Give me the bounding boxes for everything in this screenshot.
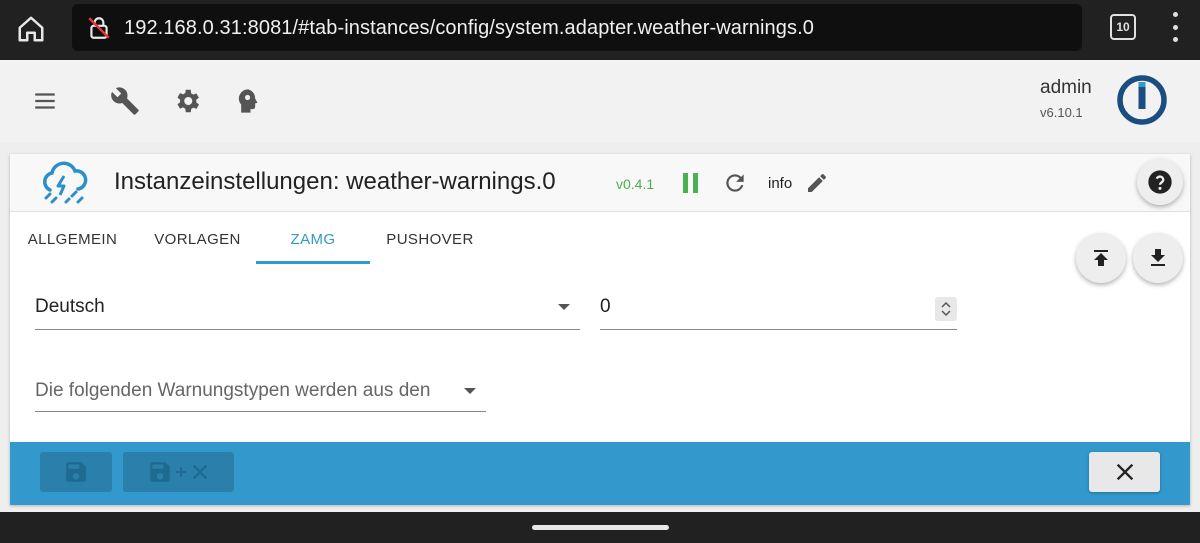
number-spinner[interactable] — [935, 297, 957, 321]
wrench-icon — [111, 87, 139, 115]
help-icon — [1148, 170, 1172, 194]
download-icon — [1151, 249, 1165, 266]
more-icon-dot — [1172, 24, 1178, 30]
gear-icon — [177, 89, 199, 113]
language-select-value: Deutsch — [35, 296, 105, 317]
info-label: info — [768, 175, 793, 192]
chevron-down-icon — [464, 388, 476, 394]
tab-pushover[interactable]: PUSHOVER — [382, 214, 478, 264]
content-area: Instanzeinstellungen: weather-warnings.0… — [0, 142, 1200, 512]
adapters-button[interactable] — [108, 84, 142, 118]
home-gesture-handle[interactable] — [532, 525, 669, 530]
tab-vorlagen[interactable]: VORLAGEN — [150, 214, 245, 264]
pause-icon[interactable] — [683, 173, 699, 193]
close-icon — [192, 464, 207, 480]
dialog-title: Instanzeinstellungen: weather-warnings.0 — [114, 168, 556, 195]
spinner-up-icon — [941, 301, 951, 308]
home-icon — [18, 16, 44, 42]
reload-icon[interactable] — [722, 170, 748, 196]
tab-count-button[interactable]: 10 — [1110, 14, 1136, 40]
dialog-header: Instanzeinstellungen: weather-warnings.0… — [10, 154, 1190, 212]
warning-types-select[interactable]: Die folgenden Warnungstypen werden aus d… — [35, 376, 486, 412]
system-nav-bar — [0, 512, 1200, 543]
settings-button[interactable] — [170, 84, 204, 118]
browser-menu-button[interactable] — [1170, 12, 1180, 42]
address-bar[interactable]: 192.168.0.31:8081/#tab-instances/config/… — [72, 4, 1082, 51]
spinner-down-icon — [941, 310, 951, 317]
close-icon — [1116, 463, 1133, 481]
browser-toolbar: 192.168.0.31:8081/#tab-instances/config/… — [0, 0, 1200, 60]
app-version: v6.10.1 — [1040, 105, 1083, 120]
instance-version: v0.4.1 — [616, 176, 655, 192]
menu-button[interactable] — [30, 86, 60, 116]
save-button[interactable] — [40, 452, 112, 492]
tab-zamg[interactable]: ZAMG — [256, 214, 370, 264]
chevron-down-icon — [558, 304, 570, 310]
home-button[interactable] — [14, 12, 48, 46]
help-button[interactable] — [1137, 159, 1183, 205]
user-name: admin — [1040, 77, 1092, 98]
save-close-button[interactable] — [123, 452, 234, 492]
instance-config-dialog: Instanzeinstellungen: weather-warnings.0… — [10, 154, 1190, 505]
upload-icon — [1094, 250, 1108, 266]
close-button[interactable] — [1089, 452, 1160, 492]
download-config-button[interactable] — [1133, 233, 1183, 283]
warning-types-placeholder: Die folgenden Warnungstypen werden aus d… — [35, 380, 431, 401]
number-input[interactable]: 0 — [600, 292, 957, 330]
url-text: 192.168.0.31:8081/#tab-instances/config/… — [124, 17, 814, 39]
dialog-footer — [10, 442, 1190, 505]
number-input-value: 0 — [600, 296, 611, 317]
active-tab-indicator — [256, 261, 370, 264]
more-icon-dot — [1172, 12, 1178, 17]
upload-config-button[interactable] — [1076, 233, 1126, 283]
edit-icon[interactable] — [805, 171, 829, 195]
head-icon — [238, 89, 258, 113]
menu-icon — [35, 93, 55, 109]
expert-mode-button[interactable] — [230, 84, 264, 118]
tab-allgemein[interactable]: ALLGEMEIN — [25, 214, 120, 264]
plus-icon — [175, 467, 186, 477]
insecure-lock-icon — [88, 17, 110, 39]
save-icon — [66, 462, 86, 482]
iobroker-logo[interactable] — [1116, 74, 1168, 126]
language-select[interactable]: Deutsch — [35, 292, 580, 330]
app-header: admin v6.10.1 — [0, 60, 1200, 142]
save-icon — [149, 462, 170, 482]
weather-cloud-icon — [43, 161, 88, 204]
more-icon-dot — [1172, 37, 1178, 42]
